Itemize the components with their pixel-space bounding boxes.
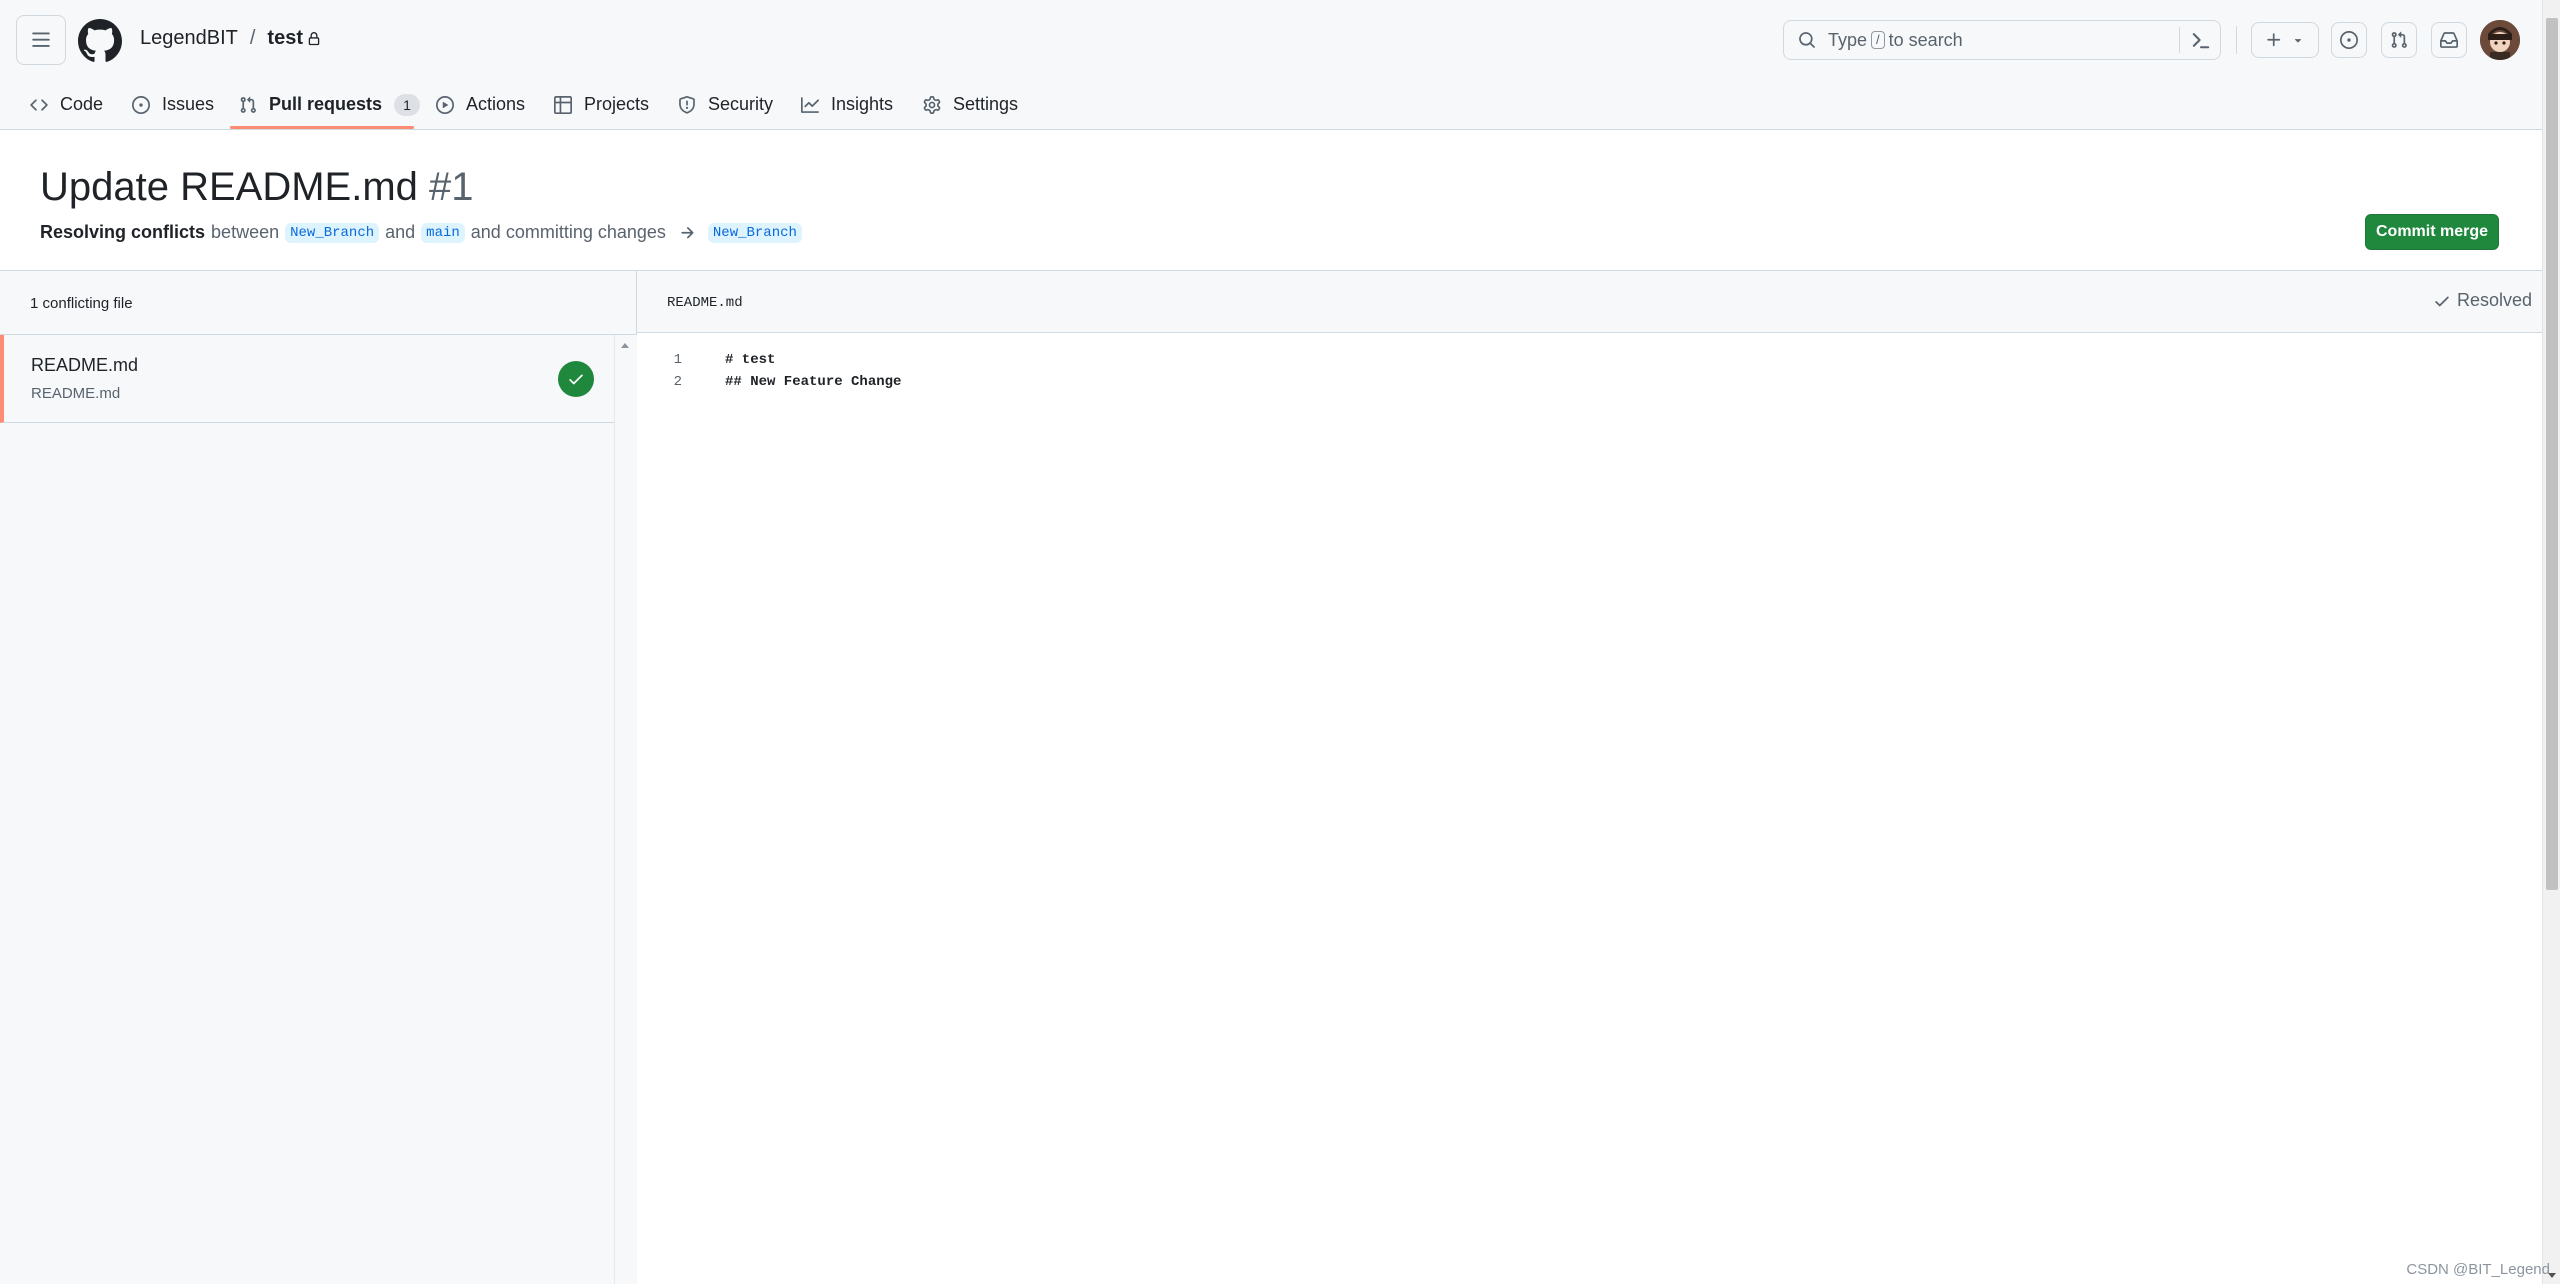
tab-issues[interactable]: Issues <box>132 80 214 129</box>
play-icon <box>436 95 454 114</box>
line-number: 1 <box>673 352 682 368</box>
pr-title-text: Update README.md <box>40 165 418 209</box>
pr-number: #1 <box>429 165 474 209</box>
tab-actions[interactable]: Actions <box>436 80 525 129</box>
repo-owner-link[interactable]: LegendBIT <box>140 27 238 50</box>
check-icon <box>569 374 583 385</box>
file-list-scrollbar[interactable] <box>614 335 637 1284</box>
tab-label: Pull requests <box>269 94 383 114</box>
tab-label: Projects <box>584 94 650 114</box>
page-title: Update README.md #1 <box>40 165 474 210</box>
shield-icon <box>679 95 695 114</box>
watermark: CSDN @BIT_Legend <box>2406 1261 2550 1278</box>
tab-label: Security <box>708 94 774 114</box>
arrow-right-icon <box>681 226 694 238</box>
file-name: README.md <box>31 355 139 375</box>
tab-security[interactable]: Security <box>678 80 773 129</box>
and-text: and <box>385 222 416 242</box>
between-text: between <box>211 222 280 242</box>
conflict-file-list: 1 conflicting file README.md README.md <box>0 271 637 1284</box>
github-logo-icon[interactable] <box>78 19 122 63</box>
inbox-button[interactable] <box>2431 22 2467 58</box>
global-header: LegendBIT / test Type / to search Code I… <box>0 0 2542 130</box>
top-bar: LegendBIT / test Type / to search <box>0 0 2542 80</box>
commit-merge-button[interactable]: Commit merge <box>2365 214 2499 250</box>
tab-label: Code <box>60 94 104 114</box>
tab-insights[interactable]: Insights <box>801 80 893 129</box>
conflicting-file-count: 1 conflicting file <box>30 295 133 312</box>
repo-breadcrumb: LegendBIT / test <box>140 27 321 50</box>
search-placeholder-prefix: Type <box>1828 29 1868 50</box>
tab-label: Settings <box>953 94 1019 114</box>
tab-label: Insights <box>831 94 894 114</box>
list-item[interactable]: README.md README.md <box>0 335 614 423</box>
code-text: ## New Feature Change <box>725 374 902 390</box>
editor-filename: README.md <box>667 295 743 311</box>
inbox-icon <box>2440 32 2458 48</box>
issue-opened-icon <box>2340 31 2358 49</box>
search-icon <box>1799 32 1815 48</box>
page-scrollbar[interactable] <box>2542 0 2560 1284</box>
menu-button[interactable] <box>16 15 66 65</box>
search-input[interactable]: Type / to search <box>1783 20 2221 60</box>
create-new-button[interactable] <box>2251 22 2319 58</box>
file-list-header: 1 conflicting file <box>0 271 636 335</box>
file-path: README.md <box>31 385 121 402</box>
pr-header: Update README.md #1 Resolving conflicts … <box>0 130 2542 271</box>
tab-code[interactable]: Code <box>30 80 103 129</box>
user-avatar-icon <box>2480 20 2520 60</box>
git-pull-request-icon <box>240 96 256 113</box>
git-pull-request-icon <box>2391 31 2407 48</box>
search-shortcut-key: / <box>1871 31 1885 49</box>
head-branch-label[interactable]: New_Branch <box>285 222 380 243</box>
avatar[interactable] <box>2480 20 2520 60</box>
breadcrumb-separator: / <box>249 27 256 49</box>
target-branch-label[interactable]: New_Branch <box>707 222 802 243</box>
tab-settings[interactable]: Settings <box>923 80 1018 129</box>
tab-pull-requests[interactable]: Pull requests 1 <box>239 80 421 129</box>
graph-icon <box>801 96 819 113</box>
check-icon <box>2435 296 2449 306</box>
search-divider <box>2179 27 2180 53</box>
code-line[interactable]: 1 # test <box>637 349 2542 371</box>
pull-requests-button[interactable] <box>2381 22 2417 58</box>
resolved-status: Resolved <box>2433 290 2532 311</box>
triangle-down-icon <box>2294 39 2302 43</box>
merge-editor[interactable]: README.md Resolved 1 # test 2 ## New Fea… <box>637 271 2542 1284</box>
issue-opened-icon <box>132 95 150 114</box>
code-text: # test <box>725 352 776 368</box>
scrollbar-thumb[interactable] <box>2546 18 2558 890</box>
issues-button[interactable] <box>2331 22 2367 58</box>
search-placeholder-suffix: to search <box>1888 29 1963 50</box>
tab-projects[interactable]: Projects <box>554 80 649 129</box>
pr-subtitle: Resolving conflicts between New_Branch a… <box>40 222 802 243</box>
editor-header: README.md Resolved <box>637 271 2542 333</box>
command-palette-icon[interactable] <box>2190 29 2212 51</box>
resolved-status-badge <box>558 361 594 397</box>
repo-name-link[interactable]: test <box>267 27 303 50</box>
active-tab-underline <box>230 126 414 129</box>
table-icon <box>554 95 572 114</box>
code-icon <box>30 98 48 111</box>
base-branch-label[interactable]: main <box>421 222 465 243</box>
resolving-label: Resolving conflicts <box>40 222 206 242</box>
repo-tabs: Code Issues Pull requests 1 Actions Proj… <box>0 80 2542 129</box>
tab-label: Actions <box>466 94 526 114</box>
plus-icon <box>2267 33 2281 47</box>
code-line[interactable]: 2 ## New Feature Change <box>637 371 2542 393</box>
tab-label: Issues <box>162 94 215 114</box>
lock-icon <box>308 31 320 45</box>
resolved-label: Resolved <box>2456 290 2532 310</box>
header-divider <box>2236 26 2237 54</box>
committing-text: and committing changes <box>470 222 666 242</box>
gear-icon <box>923 95 941 114</box>
hamburger-icon <box>32 32 50 47</box>
pull-requests-count-badge: 1 <box>394 93 421 116</box>
scroll-up-icon <box>621 343 629 348</box>
line-number: 2 <box>673 374 682 390</box>
